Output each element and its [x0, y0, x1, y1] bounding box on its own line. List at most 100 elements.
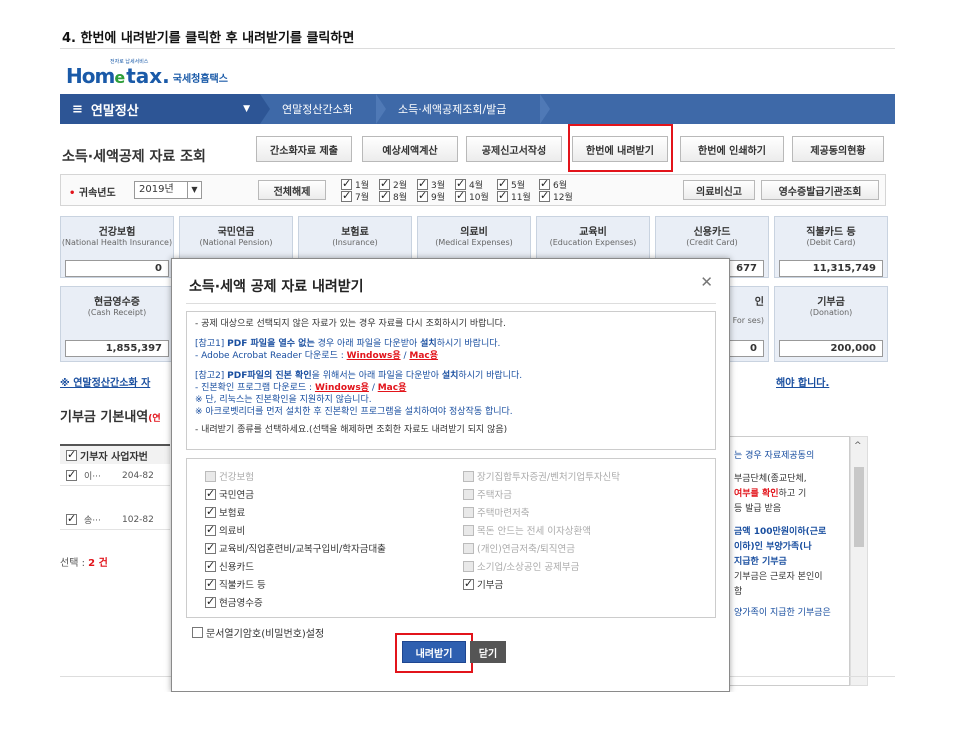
verifier-mac-link[interactable]: Mac용 — [378, 383, 407, 393]
checkbox-icon[interactable] — [205, 523, 216, 536]
checkbox-icon[interactable] — [463, 560, 474, 572]
option-national-pension[interactable]: 국민연금 — [205, 487, 254, 501]
option-insurance[interactable]: 보험료 — [205, 505, 245, 519]
month-checkbox[interactable]: 10월 — [455, 189, 489, 203]
card-debit-card[interactable]: 직불카드 등 (Debit Card) 11,315,749 — [774, 216, 888, 278]
card-subtitle: (National Pension) — [199, 238, 273, 247]
breadcrumb-item-deduction-lookup[interactable]: 소득·세액공제조회/발급 — [398, 94, 506, 124]
select-all-checkbox[interactable] — [66, 448, 77, 461]
notice-link[interactable]: ※ 연말정산간소화 자 — [60, 374, 150, 389]
checkbox-icon[interactable] — [192, 627, 203, 638]
card-subtitle: (Cash Receipt) — [87, 308, 147, 317]
checkbox-icon[interactable] — [463, 506, 474, 518]
card-donation[interactable]: 기부금 (Donation) 200,000 — [774, 286, 888, 362]
checkbox-icon[interactable] — [341, 189, 352, 202]
chevron-up-icon[interactable]: ^ — [854, 441, 862, 451]
deduction-form-button[interactable]: 공제신고서작성 — [466, 136, 562, 162]
info-line: - 진본확인 프로그램 다운로드 : Windows용 / Mac용 — [195, 382, 707, 394]
checkbox-icon[interactable] — [455, 189, 466, 202]
card-title: 직불카드 등 — [806, 227, 856, 238]
checkbox-icon[interactable] — [463, 542, 474, 554]
option-label: 건강보험 — [219, 472, 254, 483]
logo-home-text: Home — [66, 64, 125, 88]
option-medical[interactable]: 의료비 — [205, 523, 245, 537]
month-label: 9월 — [431, 193, 446, 203]
option-label: 직불카드 등 — [219, 580, 266, 591]
option-credit-card[interactable]: 신용카드 — [205, 559, 254, 573]
scroll-thumb[interactable] — [854, 467, 864, 547]
close-icon[interactable]: ✕ — [700, 273, 713, 291]
checkbox-icon[interactable] — [463, 577, 474, 590]
estimate-tax-button[interactable]: 예상세액계산 — [362, 136, 458, 162]
card-subtitle: (Insurance) — [332, 238, 378, 247]
checkbox-icon[interactable] — [463, 488, 474, 500]
hometax-logo[interactable]: 전자로 납세서비스 Home tax. 국세청홈택스 — [66, 58, 228, 88]
verifier-windows-link[interactable]: Windows용 — [315, 383, 369, 393]
consent-status-button[interactable]: 제공동의현황 — [792, 136, 884, 162]
submit-simplified-button[interactable]: 간소화자료 제출 — [256, 136, 352, 162]
option-housing-fund[interactable]: 주택자금 — [463, 487, 512, 501]
checkbox-icon[interactable] — [205, 577, 216, 590]
close-button[interactable]: 닫기 — [470, 641, 506, 663]
clear-all-button[interactable]: 전체해제 — [258, 180, 326, 200]
info-line: - 내려받기 종류를 선택하세요.(선택을 해제하면 조회한 자료도 내려받기 … — [195, 425, 508, 435]
card-cash-receipt[interactable]: 현금영수증 (Cash Receipt) 1,855,397 — [60, 286, 174, 362]
receipt-issuer-lookup-button[interactable]: 영수증발급기관조회 — [761, 180, 879, 200]
checkbox-icon[interactable] — [205, 559, 216, 572]
note-line: 함 — [734, 587, 743, 597]
option-small-business-fund[interactable]: 소기업/소상공인 공제부금 — [463, 559, 579, 573]
checkbox-icon[interactable] — [205, 595, 216, 608]
checkbox-icon[interactable] — [205, 505, 216, 518]
month-checkbox[interactable]: 7월 — [341, 189, 369, 203]
option-housing-savings[interactable]: 주택마련저축 — [463, 505, 529, 519]
month-checkbox[interactable]: 12월 — [539, 189, 573, 203]
row-checkbox[interactable] — [66, 512, 77, 525]
row-checkbox[interactable] — [66, 468, 77, 481]
note-line: 기부금은 근로자 본인이 — [734, 572, 823, 582]
year-select[interactable]: 2019년 ▼ — [134, 181, 202, 199]
month-checkbox[interactable]: 8월 — [379, 189, 407, 203]
option-cash-receipt[interactable]: 현금영수증 — [205, 595, 263, 609]
checkbox-icon[interactable] — [463, 470, 474, 482]
acrobat-mac-link[interactable]: Mac용 — [409, 351, 438, 361]
month-checkbox[interactable]: 9월 — [417, 189, 446, 203]
option-label: 목돈 안드는 전세 이자상환액 — [477, 526, 591, 537]
table-row[interactable]: 송··· 102-82 — [60, 510, 170, 530]
info-line: - Adobe Acrobat Reader 다운로드 : Windows용 /… — [195, 350, 707, 362]
scrollbar[interactable]: ^ — [850, 436, 868, 686]
donor-name: 송··· — [84, 516, 101, 526]
checkbox-icon[interactable] — [379, 189, 390, 202]
checkbox-icon[interactable] — [205, 487, 216, 500]
chevron-down-icon[interactable]: ▼ — [243, 104, 250, 114]
card-value: 200,000 — [779, 340, 883, 357]
acrobat-windows-link[interactable]: Windows용 — [347, 351, 401, 361]
note-text: 하시기 바랍니다. — [436, 339, 501, 349]
table-row[interactable]: 이··· 204-82 — [60, 466, 170, 486]
nav-menu-yearend[interactable]: ≡ 연말정산 ▼ — [60, 94, 260, 124]
notice-link-tail[interactable]: 해야 합니다. — [776, 374, 829, 389]
hamburger-menu-icon[interactable]: ≡ — [72, 102, 83, 117]
medical-report-button[interactable]: 의료비신고 — [683, 180, 755, 200]
print-all-button[interactable]: 한번에 인쇄하기 — [680, 136, 784, 162]
logo-home: Hom — [66, 64, 115, 88]
option-debit-card[interactable]: 직불카드 등 — [205, 577, 266, 591]
month-checkbox[interactable]: 11월 — [497, 189, 531, 203]
filter-bar: • 귀속년도 2019년▼ 전체해제 1월 7월 2월 8월 3월 9월 4월 … — [60, 174, 886, 206]
checkbox-icon[interactable] — [497, 189, 508, 202]
option-health-insurance[interactable]: 건강보험 — [205, 469, 254, 483]
checkbox-icon[interactable] — [463, 524, 474, 536]
checkbox-icon[interactable] — [205, 541, 216, 554]
note-text: 하시기 바랍니다. — [458, 371, 523, 381]
checkbox-icon[interactable] — [539, 189, 550, 202]
checkbox-icon[interactable] — [417, 189, 428, 202]
option-donation[interactable]: 기부금 — [463, 577, 503, 591]
checkbox-icon[interactable] — [205, 470, 216, 482]
option-jeonse-interest[interactable]: 목돈 안드는 전세 이자상환액 — [463, 523, 591, 537]
breadcrumb-item-simplified[interactable]: 연말정산간소화 — [282, 94, 353, 124]
option-password[interactable]: 문서열기암호(비밀번호)설정 — [192, 625, 324, 640]
option-pension-savings[interactable]: (개인)연금저축/퇴직연금 — [463, 541, 575, 555]
card-health-insurance[interactable]: 건강보험 (National Health Insurance) 0 — [60, 216, 174, 278]
option-education[interactable]: 교육비/직업훈련비/교복구입비/학자금대출 — [205, 541, 386, 555]
note-emphasis: 여부를 확인 — [734, 489, 779, 499]
option-long-term-fund[interactable]: 장기집합투자증권/벤처기업투자신탁 — [463, 469, 620, 483]
